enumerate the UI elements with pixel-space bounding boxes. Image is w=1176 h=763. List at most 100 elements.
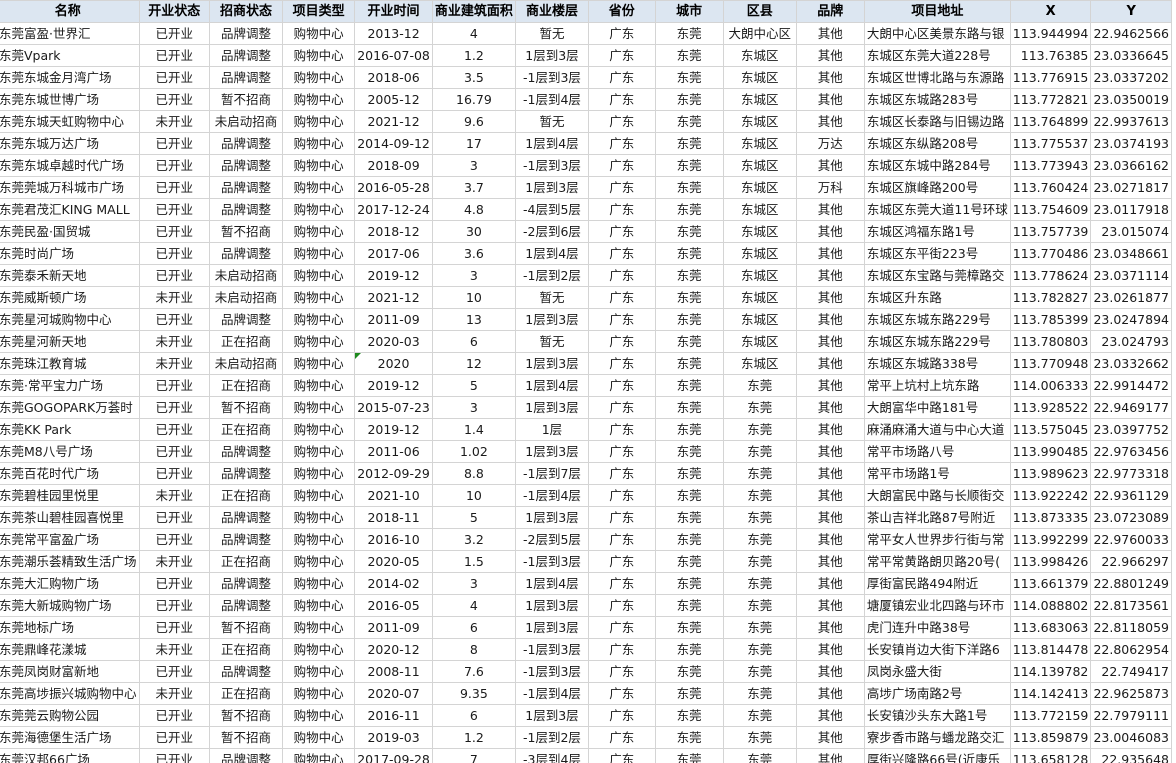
- table-cell[interactable]: 广东: [588, 682, 656, 705]
- table-cell[interactable]: 其他: [795, 198, 865, 221]
- table-cell[interactable]: -1层到3层: [514, 154, 590, 177]
- table-cell[interactable]: 113.928522: [1009, 396, 1092, 419]
- table-cell[interactable]: 23.0397752: [1090, 418, 1172, 441]
- table-cell[interactable]: 东城区世博北路与东源路: [863, 66, 1011, 89]
- table-cell[interactable]: 广东: [588, 418, 656, 441]
- table-cell[interactable]: 3: [431, 264, 516, 287]
- table-cell[interactable]: 23.0348661: [1090, 242, 1172, 265]
- table-cell[interactable]: 广东: [588, 22, 656, 45]
- table-cell[interactable]: 已开业: [138, 132, 211, 155]
- table-cell[interactable]: 1.2: [431, 44, 516, 67]
- table-cell[interactable]: 已开业: [138, 462, 211, 485]
- table-cell[interactable]: 2020-05: [354, 550, 433, 573]
- table-cell[interactable]: -1层到4层: [514, 682, 590, 705]
- table-cell[interactable]: 暂不招商: [209, 726, 284, 749]
- table-cell[interactable]: 东莞: [722, 440, 797, 463]
- table-cell[interactable]: 东城区: [722, 286, 797, 309]
- table-cell[interactable]: 大朗富民中路与长顺街交: [863, 484, 1011, 507]
- table-cell[interactable]: 东莞Vpark: [0, 44, 140, 67]
- table-cell[interactable]: 东莞常平富盈广场: [0, 528, 140, 551]
- table-cell[interactable]: 广东: [588, 638, 656, 661]
- table-cell[interactable]: 东莞: [722, 594, 797, 617]
- table-cell[interactable]: 3: [431, 154, 516, 177]
- table-cell[interactable]: 4: [431, 22, 516, 45]
- table-cell[interactable]: 东莞: [722, 682, 797, 705]
- table-cell[interactable]: 其他: [795, 484, 865, 507]
- table-cell[interactable]: 23.0247894: [1090, 308, 1172, 331]
- table-cell[interactable]: 购物中心: [282, 660, 356, 683]
- table-cell[interactable]: 1.2: [431, 726, 516, 749]
- table-cell[interactable]: 其他: [795, 572, 865, 595]
- table-cell[interactable]: 东城区东城中路284号: [863, 154, 1011, 177]
- table-cell[interactable]: 东莞凤岗财富新地: [0, 660, 140, 683]
- table-cell[interactable]: 购物中心: [282, 550, 356, 573]
- table-cell[interactable]: 2016-05-28: [354, 176, 433, 199]
- table-cell[interactable]: 东莞东城卓越时代广场: [0, 154, 140, 177]
- table-cell[interactable]: 已开业: [138, 154, 211, 177]
- table-cell[interactable]: 东城区: [722, 308, 797, 331]
- table-cell[interactable]: 长安镇肖边大街下洋路6: [863, 638, 1011, 661]
- table-cell[interactable]: 东城区: [722, 264, 797, 287]
- table-cell[interactable]: 已开业: [138, 22, 211, 45]
- table-cell[interactable]: 113.944994: [1009, 22, 1092, 45]
- table-cell[interactable]: 东莞大汇购物广场: [0, 572, 140, 595]
- table-cell[interactable]: 东莞: [654, 528, 724, 551]
- table-cell[interactable]: 正在招商: [209, 550, 284, 573]
- table-cell[interactable]: 东城区东宝路与莞樟路交: [863, 264, 1011, 287]
- table-cell[interactable]: 品牌调整: [209, 462, 284, 485]
- table-cell[interactable]: 东莞: [654, 66, 724, 89]
- table-cell[interactable]: -1层到2层: [514, 264, 590, 287]
- table-cell[interactable]: 22.966297: [1090, 550, 1172, 573]
- table-cell[interactable]: 2018-06: [354, 66, 433, 89]
- table-cell[interactable]: 东城区: [722, 198, 797, 221]
- table-cell[interactable]: 113.990485: [1009, 440, 1092, 463]
- table-cell[interactable]: 其他: [795, 748, 865, 763]
- table-cell[interactable]: 已开业: [138, 418, 211, 441]
- table-cell[interactable]: 大朗富华中路181号: [863, 396, 1011, 419]
- table-cell[interactable]: 东莞: [654, 506, 724, 529]
- table-cell[interactable]: 品牌调整: [209, 660, 284, 683]
- table-cell[interactable]: 未开业: [138, 682, 211, 705]
- table-cell[interactable]: 东莞君茂汇KING MALL: [0, 198, 140, 221]
- table-cell[interactable]: 东城区升东路: [863, 286, 1011, 309]
- table-cell[interactable]: 购物中心: [282, 66, 356, 89]
- table-cell[interactable]: 已开业: [138, 88, 211, 111]
- table-cell[interactable]: 东莞: [722, 374, 797, 397]
- table-cell[interactable]: 23.0117918: [1090, 198, 1172, 221]
- table-cell[interactable]: 22.9462566: [1090, 22, 1172, 45]
- table-cell[interactable]: 23.0350019: [1090, 88, 1172, 111]
- table-cell[interactable]: 东城区: [722, 88, 797, 111]
- table-cell[interactable]: 茶山吉祥北路87号附近: [863, 506, 1011, 529]
- table-cell[interactable]: 已开业: [138, 176, 211, 199]
- table-cell[interactable]: 品牌调整: [209, 242, 284, 265]
- table-cell[interactable]: 东莞威斯顿广场: [0, 286, 140, 309]
- table-cell[interactable]: 广东: [588, 176, 656, 199]
- table-cell[interactable]: 其他: [795, 418, 865, 441]
- table-cell[interactable]: 购物中心: [282, 176, 356, 199]
- column-header[interactable]: 招商状态: [209, 0, 284, 23]
- table-cell[interactable]: 2016-10: [354, 528, 433, 551]
- table-cell[interactable]: 东莞大新城购物广场: [0, 594, 140, 617]
- table-cell[interactable]: 东莞: [654, 396, 724, 419]
- table-cell[interactable]: 其他: [795, 594, 865, 617]
- table-cell[interactable]: 东莞: [654, 484, 724, 507]
- table-cell[interactable]: 东莞: [654, 330, 724, 353]
- table-cell[interactable]: 其他: [795, 660, 865, 683]
- table-cell[interactable]: 东莞碧桂园里悦里: [0, 484, 140, 507]
- table-cell[interactable]: 长安镇沙头东大路1号: [863, 704, 1011, 727]
- table-cell[interactable]: 东城区东纵路208号: [863, 132, 1011, 155]
- table-cell[interactable]: 暂无: [514, 110, 590, 133]
- table-cell[interactable]: 113.683063: [1009, 616, 1092, 639]
- column-header[interactable]: X: [1009, 0, 1092, 23]
- table-cell[interactable]: 3.7: [431, 176, 516, 199]
- table-cell[interactable]: 2020: [354, 352, 433, 375]
- table-cell[interactable]: 1层到3层: [514, 440, 590, 463]
- table-cell[interactable]: 22.9937613: [1090, 110, 1172, 133]
- table-cell[interactable]: 2019-12: [354, 374, 433, 397]
- table-cell[interactable]: 广东: [588, 154, 656, 177]
- table-cell[interactable]: 22.9773318: [1090, 462, 1172, 485]
- table-cell[interactable]: 未开业: [138, 484, 211, 507]
- table-cell[interactable]: 购物中心: [282, 88, 356, 111]
- table-cell[interactable]: 2019-12: [354, 264, 433, 287]
- table-cell[interactable]: 暂不招商: [209, 88, 284, 111]
